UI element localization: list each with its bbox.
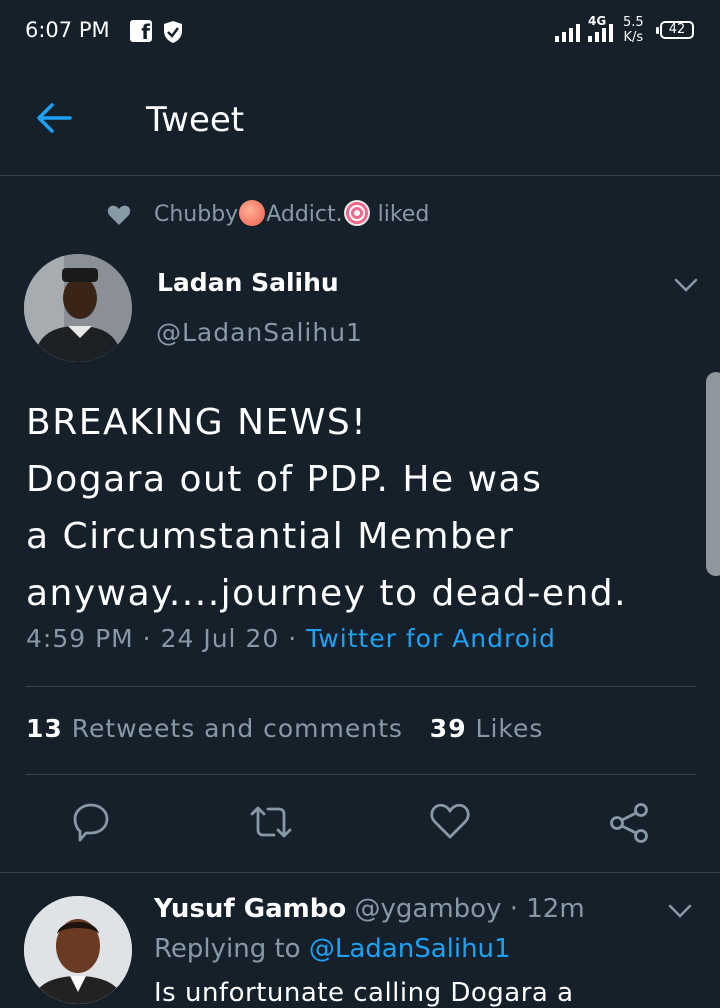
scrollbar-handle[interactable] xyxy=(706,372,720,576)
retweets-label: Retweets and comments xyxy=(71,714,403,743)
liked-by-name-2: Addict. xyxy=(266,202,343,227)
page-title: Tweet xyxy=(146,100,245,140)
tweet-time: 4:59 PM xyxy=(26,624,134,653)
reply-author-avatar-image xyxy=(24,896,132,1004)
swirl-emoji-icon xyxy=(343,200,370,226)
author-avatar-image xyxy=(24,254,132,362)
author-name[interactable]: Ladan Salihu xyxy=(157,268,339,297)
back-arrow-icon[interactable] xyxy=(36,102,72,134)
reply-chevron-down-icon[interactable] xyxy=(668,903,692,919)
status-time: 6:07 PM xyxy=(25,18,110,42)
shield-icon xyxy=(164,21,182,43)
share-icon[interactable] xyxy=(608,802,650,844)
reply-header: Yusuf Gambo @ygamboy · 12m xyxy=(154,894,585,924)
tweet-line: BREAKING NEWS! xyxy=(26,402,368,443)
divider xyxy=(26,686,696,687)
peach-emoji-icon xyxy=(239,200,266,226)
tweet-actions xyxy=(0,798,720,850)
tweet-line: a Circumstantial Member xyxy=(26,516,515,557)
comment-icon[interactable] xyxy=(72,802,110,842)
divider xyxy=(0,872,720,873)
replying-prefix: Replying to xyxy=(154,934,301,964)
tweet-line: Dogara out of PDP. He was xyxy=(26,459,543,500)
divider xyxy=(26,774,696,775)
tweet-text: BREAKING NEWS! Dogara out of PDP. He was… xyxy=(26,394,666,622)
liked-by-name-1: Chubby xyxy=(154,202,239,227)
author-handle[interactable]: @LadanSalihu1 xyxy=(156,318,363,347)
battery-level: 42 xyxy=(668,22,686,37)
likes-label: Likes xyxy=(475,714,544,743)
net-speed: 5.5 K/s xyxy=(623,15,644,45)
author-avatar[interactable] xyxy=(24,254,132,362)
reply-author-avatar[interactable] xyxy=(24,896,132,1004)
heart-icon xyxy=(107,205,131,225)
like-icon[interactable] xyxy=(430,802,470,840)
tweet-line: anyway....journey to dead-end. xyxy=(26,573,628,614)
reply-author-name[interactable]: Yusuf Gambo xyxy=(154,894,346,924)
tweet-stats: 13 Retweets and comments 39 Likes xyxy=(26,714,543,743)
reply-author-handle[interactable]: @ygamboy xyxy=(355,894,502,924)
retweets-stat[interactable]: 13 Retweets and comments xyxy=(26,714,403,743)
net-speed-unit: K/s xyxy=(623,30,644,45)
tweet-meta: 4:59 PM · 24 Jul 20 · Twitter for Androi… xyxy=(26,624,556,653)
status-bar: 6:07 PM f 4G 5.5 K/s 42 xyxy=(0,0,720,64)
signal-icon-2 xyxy=(588,24,613,42)
likes-count: 39 xyxy=(429,714,467,743)
chevron-down-icon[interactable] xyxy=(674,277,698,293)
liked-suffix: liked xyxy=(377,202,430,227)
signal-icon xyxy=(555,24,580,42)
reply-age: 12m xyxy=(526,894,585,924)
battery-icon: 42 xyxy=(656,21,694,39)
likes-stat[interactable]: 39 Likes xyxy=(430,714,544,743)
top-bar: Tweet xyxy=(0,64,720,176)
net-speed-value: 5.5 xyxy=(623,15,644,30)
retweet-icon[interactable] xyxy=(248,802,294,842)
replying-to: Replying to @LadanSalihu1 xyxy=(154,934,511,964)
retweets-count: 13 xyxy=(26,714,63,743)
facebook-icon: f xyxy=(130,20,152,42)
tweet-date: 24 Jul 20 xyxy=(160,624,280,653)
liked-by-row[interactable]: Chubby Addict. liked xyxy=(154,200,429,227)
replying-to-link[interactable]: @LadanSalihu1 xyxy=(309,934,511,964)
reply-text: Is unfortunate calling Dogara a xyxy=(154,978,574,1008)
tweet-source-link[interactable]: Twitter for Android xyxy=(306,624,556,653)
